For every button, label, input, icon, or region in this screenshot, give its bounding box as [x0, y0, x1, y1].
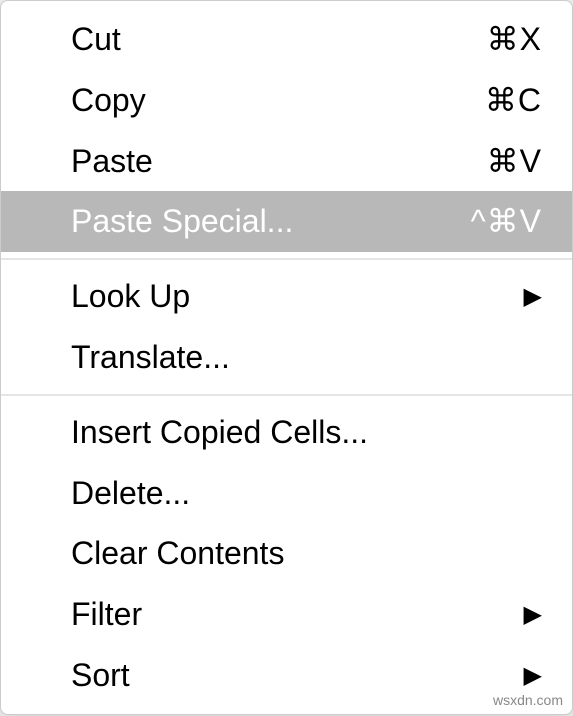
menu-item-translate[interactable]: Translate...	[1, 327, 572, 388]
menu-item-filter[interactable]: Filter ▶	[1, 584, 572, 645]
menu-item-insert-copied-cells[interactable]: Insert Copied Cells...	[1, 402, 572, 463]
menu-item-label: Clear Contents	[71, 531, 542, 576]
shortcut-text: ⌘X	[432, 17, 542, 62]
submenu-arrow-icon: ▶	[524, 280, 542, 314]
watermark-text: wsxdn.com	[493, 692, 563, 708]
menu-item-sort[interactable]: Sort ▶	[1, 645, 572, 706]
menu-item-label: Paste	[71, 139, 432, 184]
menu-item-label: Look Up	[71, 274, 524, 319]
context-menu: Cut ⌘X Copy ⌘C Paste ⌘V Paste Special...…	[0, 0, 573, 715]
menu-item-label: Cut	[71, 17, 432, 62]
menu-item-label: Filter	[71, 592, 524, 637]
shortcut-text: ⌘C	[432, 78, 542, 123]
menu-item-clear-contents[interactable]: Clear Contents	[1, 523, 572, 584]
menu-item-paste-special[interactable]: Paste Special... ^⌘V	[1, 191, 572, 252]
menu-item-label: Delete...	[71, 471, 542, 516]
menu-item-label: Paste Special...	[71, 199, 432, 244]
menu-item-delete[interactable]: Delete...	[1, 463, 572, 524]
menu-separator	[1, 394, 572, 396]
menu-item-copy[interactable]: Copy ⌘C	[1, 70, 572, 131]
menu-item-paste[interactable]: Paste ⌘V	[1, 131, 572, 192]
menu-item-label: Sort	[71, 653, 524, 698]
menu-item-cut[interactable]: Cut ⌘X	[1, 9, 572, 70]
shortcut-text: ^⌘V	[432, 199, 542, 244]
menu-item-label: Insert Copied Cells...	[71, 410, 542, 455]
submenu-arrow-icon: ▶	[524, 598, 542, 632]
menu-item-label: Copy	[71, 78, 432, 123]
menu-separator	[1, 258, 572, 260]
submenu-arrow-icon: ▶	[524, 659, 542, 693]
menu-item-look-up[interactable]: Look Up ▶	[1, 266, 572, 327]
shortcut-text: ⌘V	[432, 139, 542, 184]
menu-item-label: Translate...	[71, 335, 542, 380]
